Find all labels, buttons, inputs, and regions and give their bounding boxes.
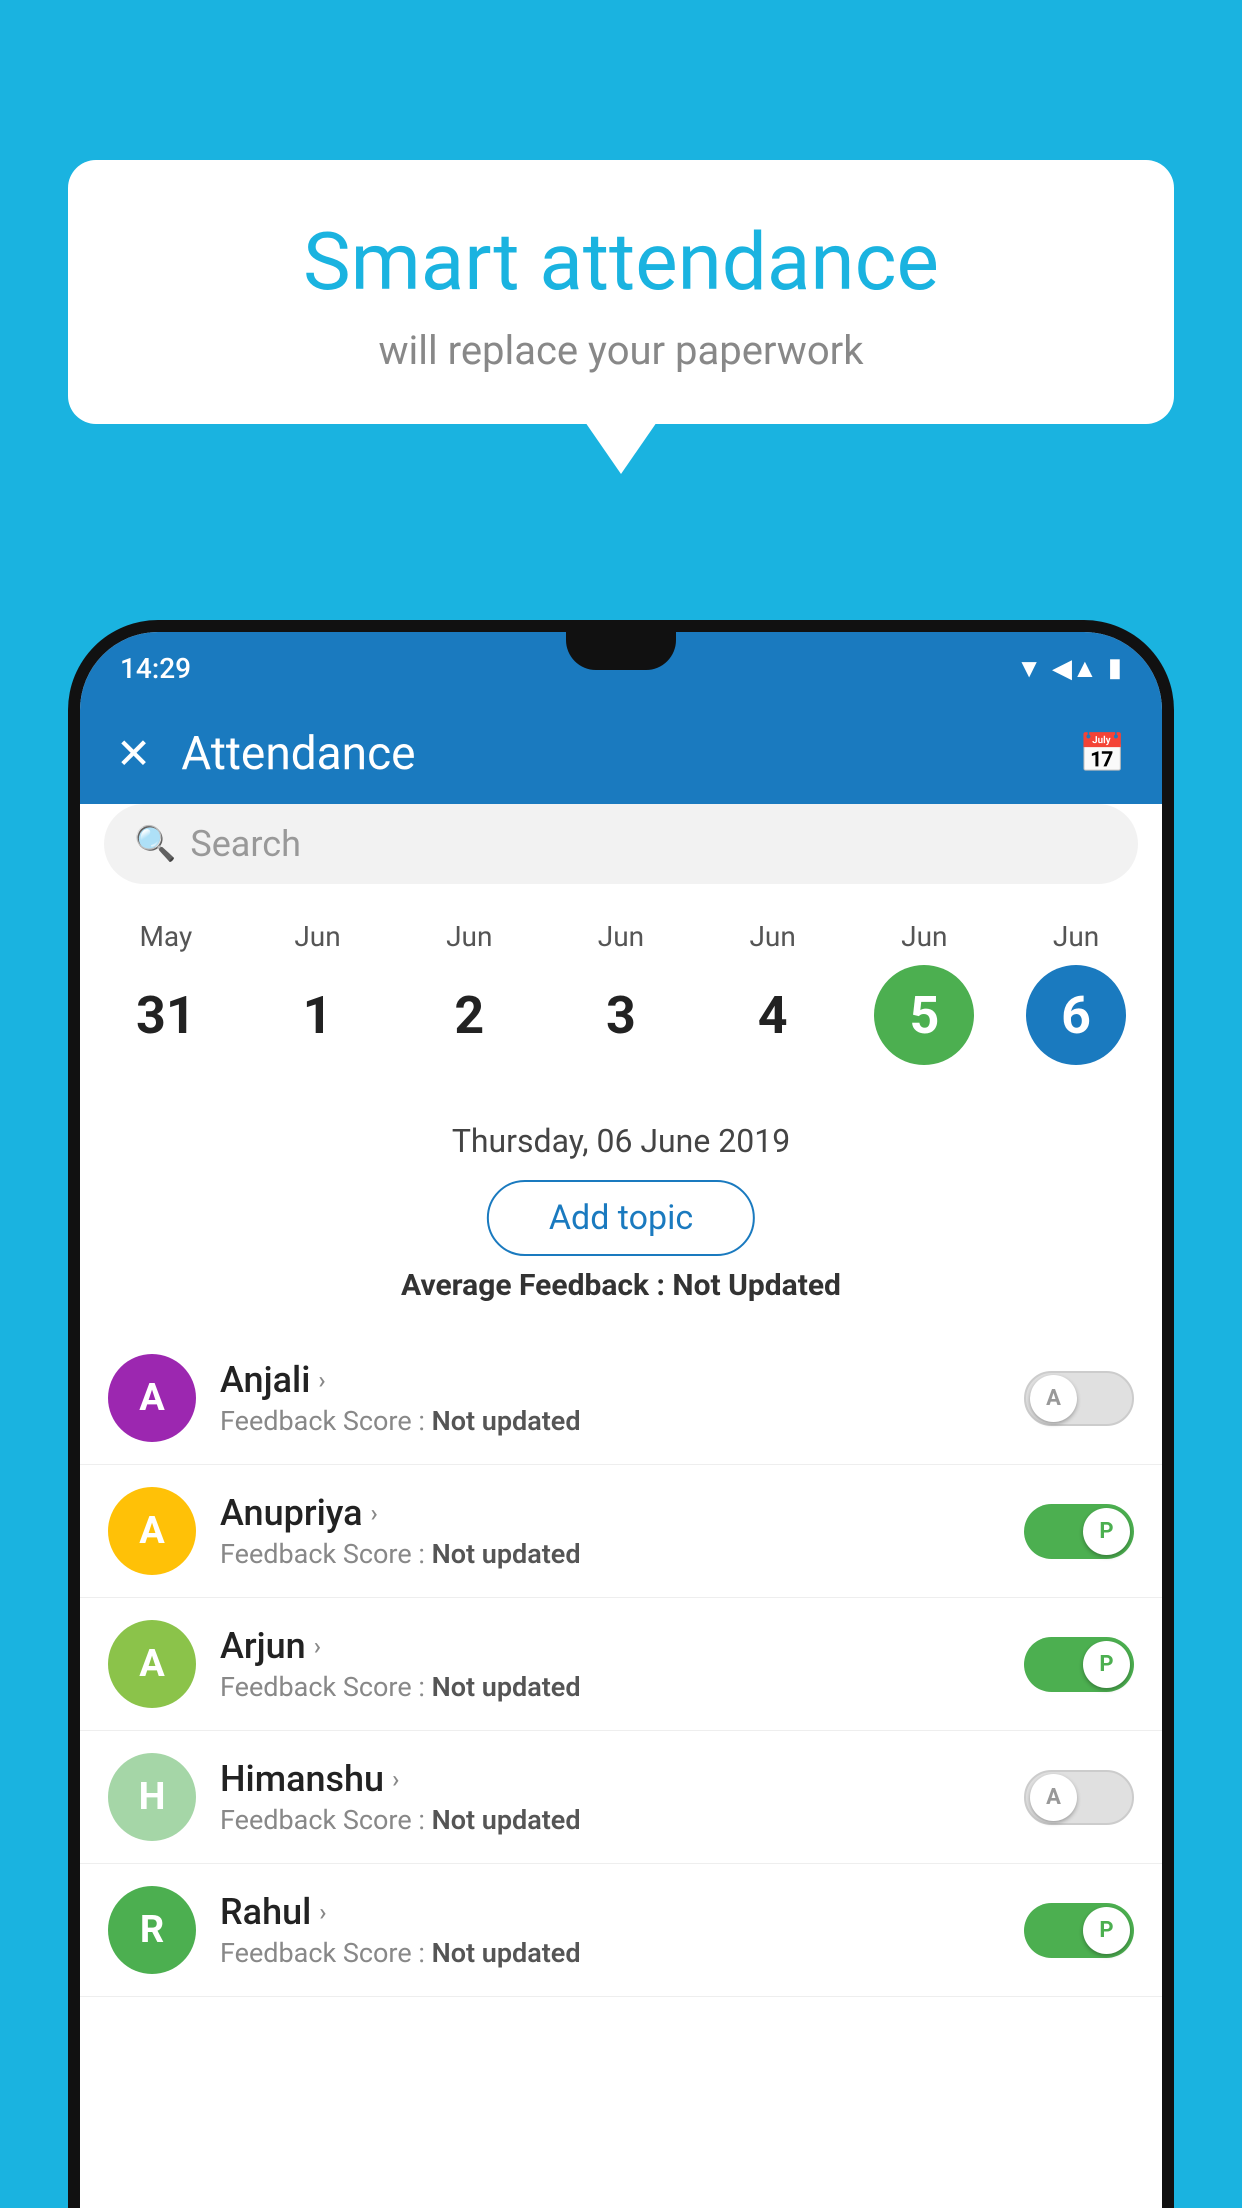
cal-date-number[interactable]: 3 — [571, 965, 671, 1065]
student-item[interactable]: H Himanshu › Feedback Score : Not updated A — [80, 1731, 1162, 1864]
header-title: Attendance — [181, 727, 1078, 781]
student-info: Himanshu › Feedback Score : Not updated — [220, 1758, 1000, 1836]
cal-month-label: Jun — [1053, 920, 1099, 953]
student-feedback-score: Feedback Score : Not updated — [220, 1538, 1000, 1570]
student-item[interactable]: A Anjali › Feedback Score : Not updated A — [80, 1332, 1162, 1465]
cal-date-number[interactable]: 31 — [116, 965, 216, 1065]
cal-month-label: May — [139, 920, 192, 953]
phone-notch — [566, 632, 676, 670]
student-list: AAnjali ›Feedback Score : Not updatedAAA… — [80, 1332, 1162, 2208]
close-button[interactable]: ✕ — [116, 729, 151, 779]
calendar-day[interactable]: Jun 6 — [1016, 920, 1136, 1065]
calendar-day[interactable]: Jun 3 — [561, 920, 681, 1065]
signal-icon: ◀▲ — [1052, 653, 1098, 684]
student-item[interactable]: A Anupriya › Feedback Score : Not updated P — [80, 1465, 1162, 1598]
toggle-knob: A — [1030, 1774, 1077, 1821]
calendar-strip: May 31 Jun 1 Jun 2 Jun 3 Jun 4 Jun 5 Jun 6 — [80, 900, 1162, 1075]
calendar-day[interactable]: Jun 1 — [258, 920, 378, 1065]
toggle-knob: P — [1083, 1641, 1130, 1688]
calendar-day[interactable]: Jun 2 — [409, 920, 529, 1065]
status-icons: ▼ ◀▲ ▮ — [1016, 653, 1122, 684]
search-input[interactable]: Search — [190, 823, 301, 865]
student-info: Anupriya › Feedback Score : Not updated — [220, 1492, 1000, 1570]
avg-feedback-value: Not Updated — [672, 1268, 841, 1303]
avatar: R — [108, 1886, 196, 1974]
avg-feedback: Average Feedback : Not Updated — [80, 1268, 1162, 1303]
calendar-icon[interactable]: 📅 — [1079, 732, 1126, 776]
phone-frame: 14:29 ▼ ◀▲ ▮ ✕ Attendance 📅 🔍 Search May… — [68, 620, 1174, 2208]
student-name: Himanshu › — [220, 1758, 1000, 1800]
app-header: ✕ Attendance 📅 — [80, 704, 1162, 804]
attendance-toggle[interactable]: P — [1024, 1637, 1134, 1692]
battery-icon: ▮ — [1108, 653, 1122, 683]
calendar-day[interactable]: Jun 5 — [864, 920, 984, 1065]
student-name: Anjali › — [220, 1359, 1000, 1401]
student-name: Rahul › — [220, 1891, 1000, 1933]
student-feedback-score: Feedback Score : Not updated — [220, 1937, 1000, 1969]
student-item[interactable]: R Rahul › Feedback Score : Not updated P — [80, 1864, 1162, 1997]
student-name: Anupriya › — [220, 1492, 1000, 1534]
cal-month-label: Jun — [294, 920, 340, 953]
cal-date-number[interactable]: 6 — [1026, 965, 1126, 1065]
chevron-right-icon: › — [314, 1632, 321, 1660]
avg-feedback-label: Average Feedback : — [401, 1268, 672, 1303]
avatar: A — [108, 1620, 196, 1708]
cal-date-number[interactable]: 4 — [723, 965, 823, 1065]
cal-month-label: Jun — [598, 920, 644, 953]
phone-inner: 14:29 ▼ ◀▲ ▮ ✕ Attendance 📅 🔍 Search May… — [80, 632, 1162, 2208]
calendar-day[interactable]: Jun 4 — [713, 920, 833, 1065]
selected-date-label: Thursday, 06 June 2019 — [80, 1122, 1162, 1160]
cal-date-number[interactable]: 1 — [268, 965, 368, 1065]
student-feedback-score: Feedback Score : Not updated — [220, 1405, 1000, 1437]
student-info: Rahul › Feedback Score : Not updated — [220, 1891, 1000, 1969]
chevron-right-icon: › — [319, 1898, 326, 1926]
calendar-day[interactable]: May 31 — [106, 920, 226, 1065]
toggle-knob: P — [1083, 1907, 1130, 1954]
search-bar[interactable]: 🔍 Search — [104, 804, 1138, 884]
attendance-toggle[interactable]: P — [1024, 1903, 1134, 1958]
chevron-right-icon: › — [392, 1765, 399, 1793]
student-feedback-score: Feedback Score : Not updated — [220, 1671, 1000, 1703]
student-name: Arjun › — [220, 1625, 1000, 1667]
attendance-toggle[interactable]: A — [1024, 1371, 1134, 1426]
attendance-toggle[interactable]: A — [1024, 1770, 1134, 1825]
add-topic-button[interactable]: Add topic — [487, 1180, 755, 1256]
toggle-knob: P — [1083, 1508, 1130, 1555]
avatar: H — [108, 1753, 196, 1841]
toggle-knob: A — [1030, 1375, 1077, 1422]
bubble-title: Smart attendance — [128, 215, 1114, 309]
chevron-right-icon: › — [371, 1499, 378, 1527]
bubble-subtitle: will replace your paperwork — [128, 327, 1114, 374]
student-info: Arjun › Feedback Score : Not updated — [220, 1625, 1000, 1703]
student-item[interactable]: A Arjun › Feedback Score : Not updated P — [80, 1598, 1162, 1731]
cal-month-label: Jun — [749, 920, 795, 953]
wifi-icon: ▼ — [1016, 653, 1042, 684]
search-icon: 🔍 — [134, 824, 176, 864]
cal-date-number[interactable]: 5 — [874, 965, 974, 1065]
avatar: A — [108, 1487, 196, 1575]
student-info: Anjali › Feedback Score : Not updated — [220, 1359, 1000, 1437]
chevron-right-icon: › — [318, 1366, 325, 1394]
speech-bubble: Smart attendance will replace your paper… — [68, 160, 1174, 424]
attendance-toggle[interactable]: P — [1024, 1504, 1134, 1559]
student-feedback-score: Feedback Score : Not updated — [220, 1804, 1000, 1836]
cal-month-label: Jun — [901, 920, 947, 953]
cal-month-label: Jun — [446, 920, 492, 953]
avatar: A — [108, 1354, 196, 1442]
status-time: 14:29 — [120, 652, 191, 685]
cal-date-number[interactable]: 2 — [419, 965, 519, 1065]
